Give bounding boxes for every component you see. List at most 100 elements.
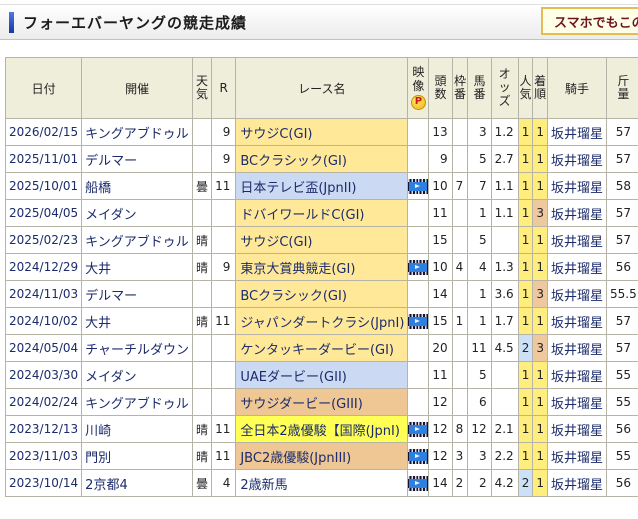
race-name-link[interactable]: JBC2歳優駿(JpnIII)	[236, 443, 408, 470]
venue-link[interactable]: キングアブドゥル	[82, 389, 193, 416]
jockey-link[interactable]: 坂井瑠星	[547, 335, 606, 362]
jockey-link[interactable]: 坂井瑠星	[547, 389, 606, 416]
race-date-link[interactable]: 2023/10/14	[6, 470, 82, 497]
video-cell[interactable]	[408, 308, 429, 335]
finish-position: 1	[533, 308, 548, 335]
venue-link[interactable]: 川崎	[82, 416, 193, 443]
race-date-link[interactable]: 2023/12/13	[6, 416, 82, 443]
race-name-link[interactable]: BCクラシック(GI)	[236, 146, 408, 173]
race-number: 11	[212, 443, 236, 470]
race-date-link[interactable]: 2025/11/01	[6, 146, 82, 173]
heads-count: 14	[429, 281, 452, 308]
film-holes	[408, 272, 428, 275]
jockey-link[interactable]: 坂井瑠星	[547, 254, 606, 281]
heads-count: 10	[429, 254, 452, 281]
jockey-link[interactable]: 坂井瑠星	[547, 146, 606, 173]
video-cell	[408, 200, 429, 227]
jockey-link[interactable]: 坂井瑠星	[547, 227, 606, 254]
video-cell[interactable]	[408, 443, 429, 470]
race-name-link[interactable]: ドバイワールドC(GI)	[236, 200, 408, 227]
table-row: 2024/02/24キングアブドゥルサウジダービー(GIII)12611坂井瑠星…	[6, 389, 638, 416]
venue-link[interactable]: キングアブドゥル	[82, 227, 193, 254]
col-header-odds: オッズ	[491, 58, 518, 119]
race-results-table: 日付開催天気Rレース名映像P頭数枠番馬番オッズ人気着順騎手斤量距離馬場 2026…	[5, 57, 638, 497]
table-row: 2024/11/03デルマーBCクラシック(GI)1413.613坂井瑠星55.…	[6, 281, 638, 308]
weather-value: 晴	[193, 308, 212, 335]
race-name-link[interactable]: 日本テレビ盃(JpnII)	[236, 173, 408, 200]
venue-link[interactable]: 大井	[82, 308, 193, 335]
race-name-link[interactable]: ジャパンダートクラシ(JpnI)	[236, 308, 408, 335]
film-play-icon[interactable]	[408, 449, 428, 464]
heads-count: 15	[429, 227, 452, 254]
film-play-icon[interactable]	[408, 422, 428, 437]
venue-link[interactable]: 門別	[82, 443, 193, 470]
race-name-link[interactable]: UAEダービー(GII)	[236, 362, 408, 389]
jockey-link[interactable]: 坂井瑠星	[547, 119, 606, 146]
race-name-link[interactable]: サウジC(GI)	[236, 227, 408, 254]
jockey-link[interactable]: 坂井瑠星	[547, 281, 606, 308]
heads-count: 11	[429, 200, 452, 227]
race-date-link[interactable]: 2024/11/03	[6, 281, 82, 308]
venue-link[interactable]: メイダン	[82, 362, 193, 389]
jockey-link[interactable]: 坂井瑠星	[547, 173, 606, 200]
film-play-icon[interactable]	[408, 260, 428, 275]
film-play-icon[interactable]	[408, 476, 428, 491]
venue-link[interactable]: メイダン	[82, 200, 193, 227]
col-header-date: 日付	[6, 58, 82, 119]
race-number: 9	[212, 254, 236, 281]
col-header-race: レース名	[236, 58, 408, 119]
venue-link[interactable]: 2京都4	[82, 470, 193, 497]
race-name-link[interactable]: BCクラシック(GI)	[236, 281, 408, 308]
race-name-link[interactable]: サウジダービー(GIII)	[236, 389, 408, 416]
film-play-icon[interactable]	[408, 314, 428, 329]
race-name-link[interactable]: ケンタッキーダービー(GI)	[236, 335, 408, 362]
jockey-link[interactable]: 坂井瑠星	[547, 200, 606, 227]
race-date-link[interactable]: 2024/02/24	[6, 389, 82, 416]
jockey-link[interactable]: 坂井瑠星	[547, 362, 606, 389]
jockey-link[interactable]: 坂井瑠星	[547, 416, 606, 443]
race-name-link[interactable]: サウジC(GI)	[236, 119, 408, 146]
race-date-link[interactable]: 2026/02/15	[6, 119, 82, 146]
weight-carried: 57	[606, 119, 638, 146]
race-date-link[interactable]: 2024/10/02	[6, 308, 82, 335]
race-name-link[interactable]: 全日本2歳優駿【国際(JpnI)	[236, 416, 408, 443]
race-date-link[interactable]: 2025/04/05	[6, 200, 82, 227]
jockey-link[interactable]: 坂井瑠星	[547, 308, 606, 335]
heads-count: 11	[429, 362, 452, 389]
race-date-link[interactable]: 2023/11/03	[6, 443, 82, 470]
venue-link[interactable]: 大井	[82, 254, 193, 281]
finish-position: 1	[533, 254, 548, 281]
race-number	[212, 362, 236, 389]
finish-position: 1	[533, 389, 548, 416]
horse-number: 11	[468, 335, 491, 362]
film-play-icon[interactable]	[408, 179, 428, 194]
race-date-link[interactable]: 2024/03/30	[6, 362, 82, 389]
smartphone-page-button[interactable]: スマホでもこのペ	[541, 7, 638, 35]
video-cell[interactable]	[408, 254, 429, 281]
weight-carried: 58	[606, 173, 638, 200]
video-cell[interactable]	[408, 173, 429, 200]
popularity-value: 1	[518, 146, 533, 173]
col-header-label: 馬番	[473, 75, 486, 102]
video-cell[interactable]	[408, 470, 429, 497]
popularity-value: 1	[518, 227, 533, 254]
venue-link[interactable]: キングアブドゥル	[82, 119, 193, 146]
venue-link[interactable]: デルマー	[82, 281, 193, 308]
race-date-link[interactable]: 2025/02/23	[6, 227, 82, 254]
odds-value: 1.1	[491, 200, 518, 227]
race-name-link[interactable]: 東京大賞典競走(GI)	[236, 254, 408, 281]
venue-link[interactable]: 船橋	[82, 173, 193, 200]
heads-count: 14	[429, 470, 452, 497]
video-cell[interactable]	[408, 416, 429, 443]
race-name-link[interactable]: 2歳新馬	[236, 470, 408, 497]
jockey-link[interactable]: 坂井瑠星	[547, 470, 606, 497]
race-date-link[interactable]: 2025/10/01	[6, 173, 82, 200]
venue-link[interactable]: チャーチルダウン	[82, 335, 193, 362]
venue-link[interactable]: デルマー	[82, 146, 193, 173]
odds-value: 1.3	[491, 254, 518, 281]
frame-number	[452, 281, 468, 308]
jockey-link[interactable]: 坂井瑠星	[547, 443, 606, 470]
race-date-link[interactable]: 2024/12/29	[6, 254, 82, 281]
weight-carried: 56	[606, 416, 638, 443]
race-date-link[interactable]: 2024/05/04	[6, 335, 82, 362]
